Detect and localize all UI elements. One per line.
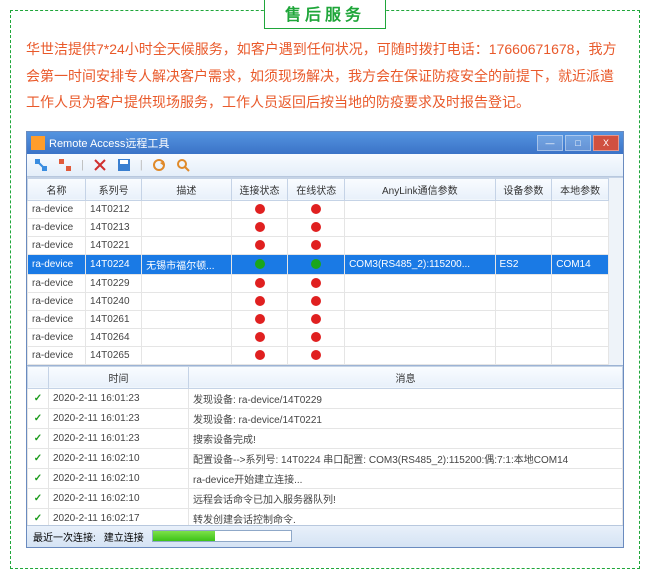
online-status-icon bbox=[311, 332, 321, 342]
check-icon: ✓ bbox=[32, 392, 44, 404]
remote-access-window: Remote Access远程工具 — □ X | | 名称系列号描述连接状态在… bbox=[26, 131, 624, 548]
column-header[interactable]: 描述 bbox=[142, 178, 232, 200]
log-row: ✓2020-2-11 16:01:23发现设备: ra-device/14T02… bbox=[28, 388, 623, 408]
window-title: Remote Access远程工具 bbox=[49, 135, 537, 151]
table-row[interactable]: ra-device14T0221 bbox=[28, 236, 609, 254]
table-row[interactable]: ra-device14T0224无锡市福尔顿...COM3(RS485_2):1… bbox=[28, 254, 609, 274]
column-header[interactable]: 系列号 bbox=[86, 178, 142, 200]
table-row[interactable]: ra-device14T0240 bbox=[28, 292, 609, 310]
column-header[interactable]: 在线状态 bbox=[288, 178, 345, 200]
log-panel: 时间消息 ✓2020-2-11 16:01:23发现设备: ra-device/… bbox=[27, 365, 623, 525]
column-header[interactable]: 设备参数 bbox=[495, 178, 552, 200]
status-bar: 最近一次连接: 建立连接 bbox=[27, 525, 623, 547]
log-row: ✓2020-2-11 16:02:10ra-device开始建立连接... bbox=[28, 468, 623, 488]
log-row: ✓2020-2-11 16:01:23发现设备: ra-device/14T02… bbox=[28, 408, 623, 428]
table-row[interactable]: ra-device14T0265 bbox=[28, 346, 609, 364]
connect-icon[interactable] bbox=[33, 157, 49, 173]
check-icon: ✓ bbox=[32, 452, 44, 464]
conn-status-icon bbox=[255, 350, 265, 360]
delete-icon[interactable] bbox=[92, 157, 108, 173]
refresh-icon[interactable] bbox=[151, 157, 167, 173]
conn-status-icon bbox=[255, 259, 265, 269]
conn-status-icon bbox=[255, 278, 265, 288]
check-icon: ✓ bbox=[32, 412, 44, 424]
online-status-icon bbox=[311, 259, 321, 269]
online-status-icon bbox=[311, 278, 321, 288]
conn-status-icon bbox=[255, 240, 265, 250]
status-state: 建立连接 bbox=[104, 529, 144, 544]
table-row[interactable]: ra-device14T0213 bbox=[28, 218, 609, 236]
online-status-icon bbox=[311, 204, 321, 214]
column-header[interactable]: 本地参数 bbox=[552, 178, 609, 200]
online-status-icon bbox=[311, 240, 321, 250]
table-row[interactable]: ra-device14T0261 bbox=[28, 310, 609, 328]
conn-status-icon bbox=[255, 296, 265, 306]
toolbar: | | bbox=[27, 154, 623, 177]
table-row[interactable]: ra-device14T0212 bbox=[28, 200, 609, 218]
check-icon: ✓ bbox=[32, 492, 44, 504]
table-row[interactable]: ra-device14T0264 bbox=[28, 328, 609, 346]
table-row[interactable]: ra-device14T0229 bbox=[28, 274, 609, 292]
column-header[interactable]: AnyLink通信参数 bbox=[345, 178, 495, 200]
check-icon: ✓ bbox=[32, 472, 44, 484]
service-section: 售后服务 华世洁提供7*24小时全天候服务，如客户遇到任何状况，可随时拨打电话：… bbox=[10, 10, 640, 569]
conn-status-icon bbox=[255, 204, 265, 214]
vertical-scrollbar[interactable] bbox=[609, 178, 623, 365]
maximize-button[interactable]: □ bbox=[565, 135, 591, 151]
progress-bar bbox=[152, 530, 292, 542]
service-description: 华世洁提供7*24小时全天候服务，如客户遇到任何状况，可随时拨打电话：17660… bbox=[26, 36, 624, 116]
online-status-icon bbox=[311, 222, 321, 232]
app-icon bbox=[31, 136, 45, 150]
save-icon[interactable] bbox=[116, 157, 132, 173]
search-icon[interactable] bbox=[175, 157, 191, 173]
conn-status-icon bbox=[255, 332, 265, 342]
check-icon: ✓ bbox=[32, 432, 44, 444]
online-status-icon bbox=[311, 350, 321, 360]
log-column-header: 消息 bbox=[189, 366, 623, 388]
minimize-button[interactable]: — bbox=[537, 135, 563, 151]
column-header[interactable]: 连接状态 bbox=[231, 178, 288, 200]
log-row: ✓2020-2-11 16:02:17转发创建会话控制命令. bbox=[28, 508, 623, 525]
device-grid[interactable]: 名称系列号描述连接状态在线状态AnyLink通信参数设备参数本地参数 ra-de… bbox=[27, 178, 609, 365]
conn-status-icon bbox=[255, 314, 265, 324]
window-titlebar[interactable]: Remote Access远程工具 — □ X bbox=[27, 132, 623, 154]
conn-status-icon bbox=[255, 222, 265, 232]
log-row: ✓2020-2-11 16:02:10配置设备-->系列号: 14T0224 串… bbox=[28, 448, 623, 468]
status-label: 最近一次连接: bbox=[33, 529, 96, 544]
close-button[interactable]: X bbox=[593, 135, 619, 151]
disconnect-icon[interactable] bbox=[57, 157, 73, 173]
section-title: 售后服务 bbox=[264, 0, 386, 29]
log-row: ✓2020-2-11 16:01:23搜索设备完成! bbox=[28, 428, 623, 448]
log-row: ✓2020-2-11 16:02:10远程会话命令已加入服务器队列! bbox=[28, 488, 623, 508]
check-icon: ✓ bbox=[32, 512, 44, 524]
log-column-header: 时间 bbox=[49, 366, 189, 388]
online-status-icon bbox=[311, 314, 321, 324]
online-status-icon bbox=[311, 296, 321, 306]
column-header[interactable]: 名称 bbox=[28, 178, 86, 200]
